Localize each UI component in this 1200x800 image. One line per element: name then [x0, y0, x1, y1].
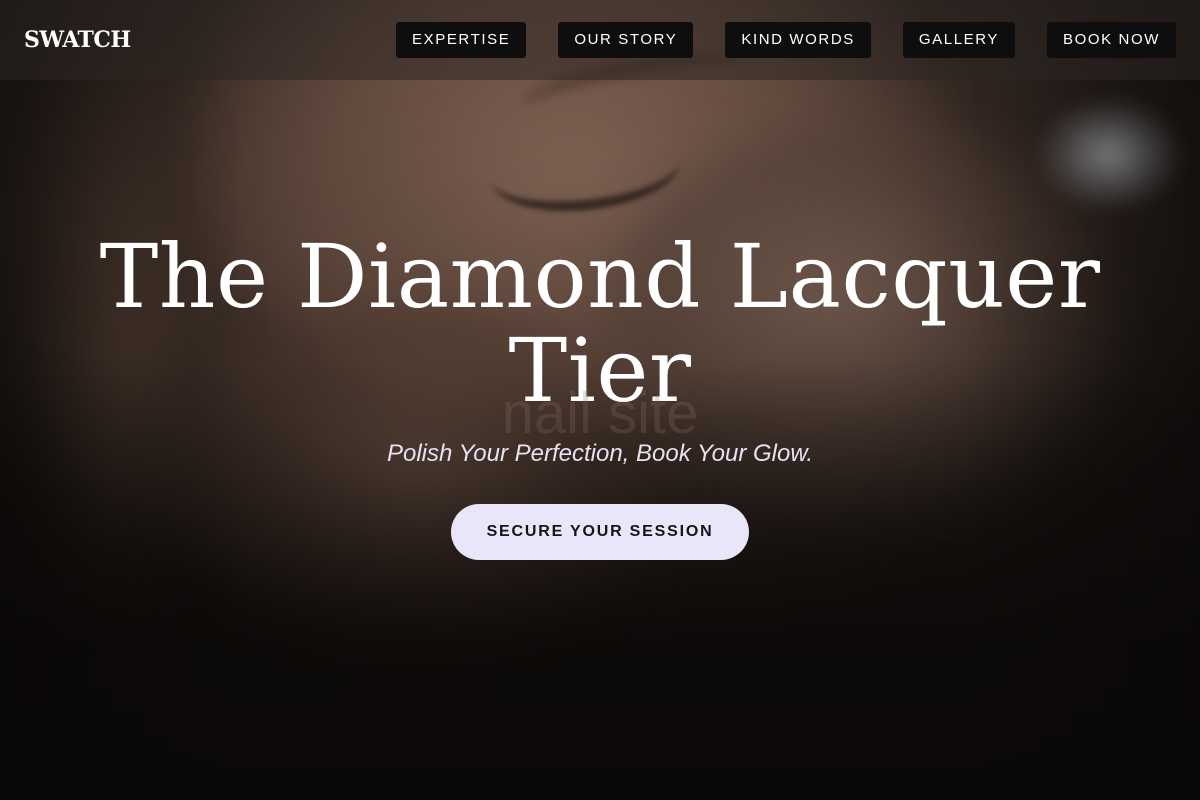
nav-item-gallery[interactable]: GALLERY: [902, 22, 1016, 58]
nav-item-expertise[interactable]: EXPERTISE: [396, 22, 527, 58]
nav-item-our-story[interactable]: OUR STORY: [558, 22, 694, 58]
page: SWATCH EXPERTISE OUR STORY KIND WORDS GA…: [0, 0, 1200, 800]
hero-section: nail site The Diamond Lacquer Tier Polis…: [0, 230, 1200, 560]
main-nav: EXPERTISE OUR STORY KIND WORDS GALLERY B…: [396, 22, 1176, 58]
site-header: SWATCH EXPERTISE OUR STORY KIND WORDS GA…: [0, 0, 1200, 80]
hero-tagline: Polish Your Perfection, Book Your Glow.: [386, 440, 814, 467]
secure-session-button[interactable]: SECURE YOUR SESSION: [451, 504, 749, 560]
hero-title: The Diamond Lacquer Tier: [99, 225, 1101, 422]
nav-item-kind-words[interactable]: KIND WORDS: [725, 22, 871, 58]
brand-logo[interactable]: SWATCH: [24, 27, 131, 53]
nav-item-book-now[interactable]: BOOK NOW: [1047, 22, 1176, 58]
